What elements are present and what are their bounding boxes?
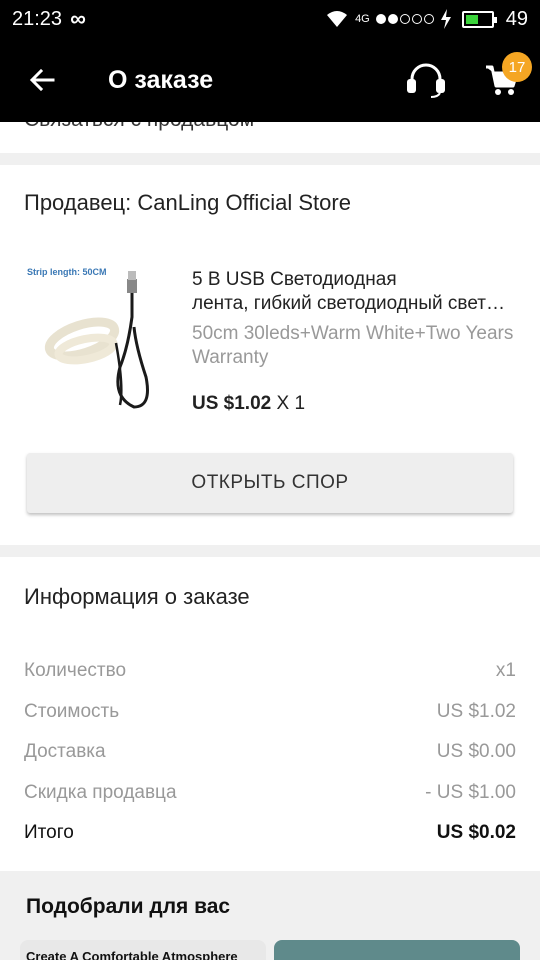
recommendation-card[interactable]: Create A Comfortable Atmosphere [20,940,266,960]
battery-level: 49 [505,7,528,30]
page-title: О заказе [108,65,214,94]
image-caption: Strip length: 50CM [27,267,107,277]
row-value: US $0.00 [436,741,516,762]
total-value: US $0.02 [436,822,516,843]
charging-icon [440,9,451,29]
order-row-shipping: Доставка US $0.00 [24,741,516,763]
row-label: Стоимость [24,701,120,722]
order-info-title: Информация о заказе [24,584,250,609]
infinity-icon: ∞ [70,6,86,31]
order-row-discount: Скидка продавца - US $1.00 [24,782,516,804]
arrow-left-icon [29,68,55,92]
open-dispute-button[interactable]: ОТКРЫТЬ СПОР [27,453,513,513]
status-bar: 21:23 ∞ 4G 49 [0,0,540,38]
product-title[interactable]: 5 В USB Светодиодная лента, гибкий свето… [192,268,514,316]
row-label: Количество [24,660,127,681]
product-price: US $1.02 [192,393,272,414]
wifi-icon [327,11,348,27]
cart-button[interactable]: 17 [464,38,540,122]
cart-badge: 17 [502,52,532,82]
support-button[interactable] [388,38,464,122]
total-label: Итого [24,822,74,843]
recommendation-card[interactable] [274,940,520,960]
row-value: - US $1.00 [425,782,516,803]
order-row-quantity: Количество x1 [24,660,516,682]
app-bar: О заказе 17 [0,38,540,122]
battery-icon [461,10,497,28]
order-row-cost: Стоимость US $1.02 [24,701,516,723]
product-price-row: US $1.02 X 1 [192,393,305,415]
row-value: x1 [495,660,516,681]
recommendations-title: Подобрали для вас [26,895,231,918]
product-title-line1: 5 В USB Светодиодная [192,269,397,290]
order-info-card: Информация о заказе Количество x1 Стоимо… [0,557,540,871]
row-label: Скидка продавца [24,782,177,803]
contact-seller-row[interactable]: Связаться с продавцом [0,122,540,153]
product-title-line2: лента, гибкий светодиодный светильник [192,293,514,314]
product-image[interactable]: Strip length: 50CM [24,257,170,415]
signal-icon [375,14,434,24]
seller-name[interactable]: Продавец: CanLing Official Store [24,190,351,216]
product-quantity: X 1 [276,393,306,414]
row-value: US $1.02 [436,701,516,722]
network-type: 4G [355,13,370,25]
status-time: 21:23 [12,7,63,30]
recommendations-section: Подобрали для вас Create A Comfortable A… [0,871,540,960]
back-button[interactable] [0,38,84,122]
order-row-total: Итого US $0.02 [24,822,516,844]
contact-seller-label: Связаться с продавцом [24,122,254,132]
row-label: Доставка [24,741,106,762]
headset-icon [407,63,445,98]
recommendation-card-text: Create A Comfortable Atmosphere [26,949,238,960]
product-variant: 50cm 30leds+Warm White+Two Years Warrant… [192,323,514,368]
